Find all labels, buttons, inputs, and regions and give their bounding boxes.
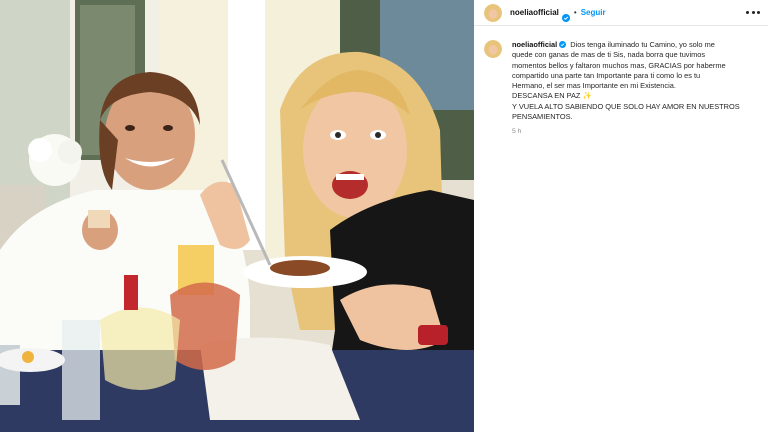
verified-badge-icon — [559, 41, 567, 48]
caption: noeliaofficial Dios tenga iluminado tu C… — [484, 40, 760, 138]
follow-button[interactable]: Seguir — [581, 8, 606, 17]
post-header: noeliaofficial • Seguir — [474, 0, 768, 25]
username[interactable]: noeliaofficial — [510, 8, 559, 17]
separator-dot: • — [573, 8, 577, 17]
caption-line: quede con ganas de mas de ti Sis, nada b… — [512, 50, 706, 60]
caption-line: momentos bellos y faltaron muchos mas, G… — [512, 60, 726, 70]
caption-line: DESCANSA EN PAZ ✨ — [512, 91, 592, 101]
caption-line: noeliaofficial Dios tenga iluminado tu C… — [512, 40, 715, 49]
caption-line: PENSAMIENTOS. — [512, 112, 573, 122]
post-timestamp[interactable]: 5 h — [512, 127, 758, 137]
photo-illustration — [0, 0, 474, 432]
caption-username[interactable]: noeliaofficial — [512, 40, 557, 49]
post-side-panel: noeliaofficial • Seguir noeliaofficial D… — [474, 0, 768, 432]
caption-text: noeliaofficial Dios tenga iluminado tu C… — [512, 40, 758, 138]
header-divider — [474, 25, 768, 26]
caption-line: compartido una parte tan Importante para… — [512, 70, 701, 80]
avatar[interactable] — [484, 3, 502, 22]
post-photo[interactable] — [0, 0, 474, 432]
caption-line: Y VUELA ALTO SABIENDO QUE SOLO HAY AMOR … — [512, 101, 740, 111]
verified-badge-icon — [561, 9, 570, 22]
caption-avatar[interactable] — [484, 40, 502, 58]
more-options-icon[interactable] — [746, 6, 760, 18]
caption-line: Hermano, el ser mas Importante en mi Exi… — [512, 81, 676, 91]
